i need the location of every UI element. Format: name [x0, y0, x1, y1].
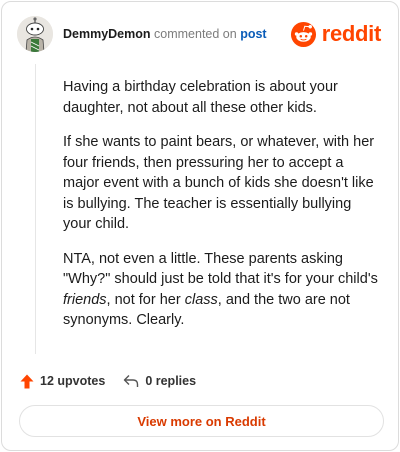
user-avatar[interactable] — [17, 16, 53, 52]
thread-line — [35, 64, 36, 354]
comment-paragraph: If she wants to paint bears, or whatever… — [63, 132, 383, 235]
comment-text: Having a birthday celebration is about y… — [63, 79, 338, 116]
username-link[interactable]: DemmyDemon — [63, 27, 151, 41]
comment-paragraph: Having a birthday celebration is about y… — [63, 77, 383, 118]
embedded-comment-card: DemmyDemon commented on post reddit Havi… — [1, 1, 399, 451]
comment-text-italic: class — [184, 291, 218, 308]
comment-text-italic: friends — [63, 291, 107, 308]
comment-text: If she wants to paint bears, or whatever… — [63, 134, 375, 232]
commented-on-text: commented on — [154, 27, 237, 41]
snoo-avatar-icon — [17, 16, 53, 52]
upvote-count: 12 upvotes — [40, 374, 106, 388]
comment-paragraph: NTA, not even a little. These parents as… — [63, 249, 383, 331]
reddit-wordmark: reddit — [321, 21, 382, 46]
comment-header: DemmyDemon commented on post reddit — [17, 16, 383, 56]
view-more-button[interactable]: View more on Reddit — [19, 405, 384, 437]
comment-text: NTA, not even a little. These parents as… — [63, 250, 378, 288]
comment-actions: 12 upvotes 0 replies — [20, 370, 196, 392]
reply-button[interactable]: 0 replies — [123, 374, 196, 388]
reply-count: 0 replies — [145, 374, 197, 388]
reply-arrow-icon — [124, 375, 139, 387]
upvote-button[interactable]: 12 upvotes — [20, 374, 105, 389]
upvote-arrow-icon — [20, 374, 34, 388]
reddit-snoo-icon — [290, 21, 316, 47]
comment-byline: DemmyDemon commented on post — [63, 27, 267, 41]
reddit-logo[interactable]: reddit — [290, 20, 381, 48]
post-link[interactable]: post — [240, 27, 266, 41]
comment-body: Having a birthday celebration is about y… — [63, 77, 383, 345]
comment-text: , not for her — [106, 291, 185, 308]
